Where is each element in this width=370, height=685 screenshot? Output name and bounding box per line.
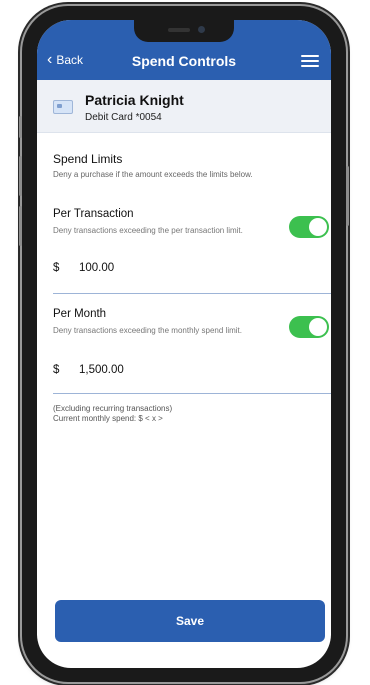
phone-screen: ‹ Back Spend Controls Patricia Knight De… (37, 20, 331, 668)
per-transaction-title: Per Transaction (53, 208, 134, 220)
mute-switch (19, 116, 22, 138)
currency-symbol: $ (53, 364, 60, 376)
cardholder-name: Patricia Knight (85, 92, 184, 108)
divider (53, 293, 331, 294)
spend-limits-description: Deny a purchase if the amount exceeds th… (53, 170, 253, 179)
credit-card-icon (53, 100, 73, 114)
per-month-description: Deny transactions exceeding the monthly … (53, 326, 242, 335)
per-transaction-toggle[interactable] (289, 216, 329, 238)
notch (134, 20, 234, 42)
power-button (346, 166, 349, 226)
per-month-toggle[interactable] (289, 316, 329, 338)
volume-down-button (19, 206, 22, 246)
volume-up-button (19, 156, 22, 196)
spend-limits-title: Spend Limits (53, 152, 123, 166)
per-month-amount-field[interactable]: $ 1,500.00 (53, 364, 124, 376)
per-month-title: Per Month (53, 308, 107, 320)
card-summary: Patricia Knight Debit Card *0054 (37, 80, 331, 133)
card-number: Debit Card *0054 (85, 112, 162, 123)
speaker (168, 28, 190, 32)
excluding-note: (Excluding recurring transactions) (53, 404, 173, 413)
per-transaction-amount-field[interactable]: $ 100.00 (53, 262, 114, 274)
toggle-knob (309, 218, 327, 236)
save-button[interactable]: Save (55, 600, 325, 642)
per-month-amount: 1,500.00 (79, 364, 124, 376)
toggle-knob (309, 318, 327, 336)
current-spend-note: Current monthly spend: $ < x > (53, 414, 163, 423)
divider (53, 393, 331, 394)
currency-symbol: $ (53, 262, 60, 274)
page-title: Spend Controls (131, 53, 237, 69)
per-transaction-amount: 100.00 (79, 262, 115, 274)
front-camera (198, 26, 205, 33)
per-transaction-description: Deny transactions exceeding the per tran… (53, 226, 243, 235)
hamburger-menu-icon[interactable] (301, 55, 319, 67)
